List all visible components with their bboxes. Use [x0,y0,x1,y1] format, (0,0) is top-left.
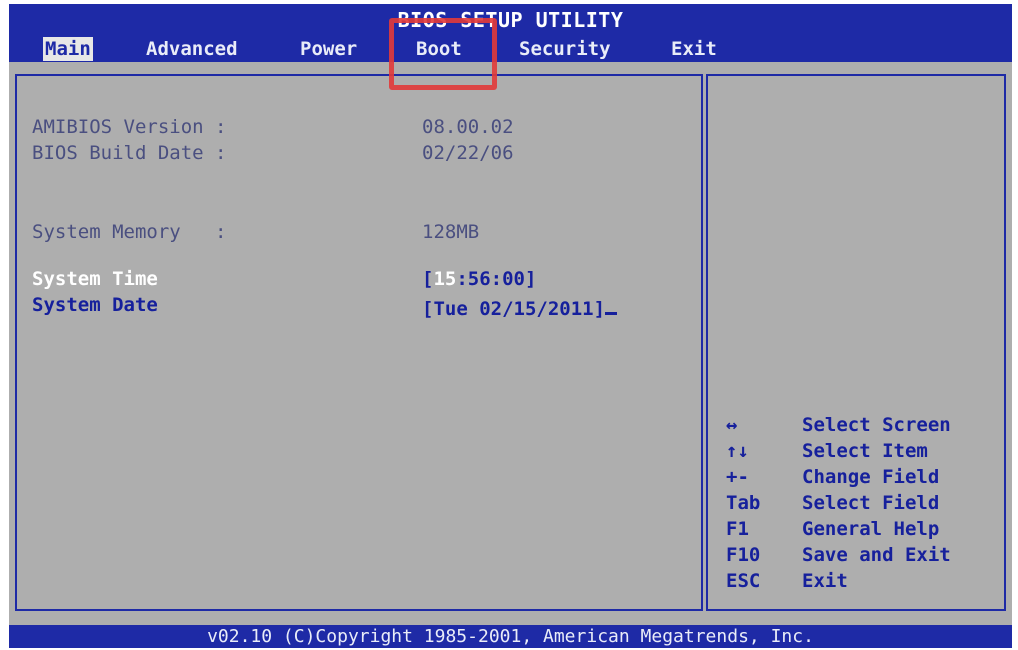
f1-key: F1 [726,518,749,540]
help-desc: Save and Exit [802,544,951,566]
help-desc: Select Field [802,492,940,514]
help-row: F10 Save and Exit [726,542,996,568]
menu-boot[interactable]: Boot [416,37,462,61]
tab-key: Tab [726,492,761,514]
help-row: ↔ Select Screen [726,412,996,438]
time-rest-field[interactable]: :56:00] [456,268,536,290]
help-row: ESC Exit [726,568,996,594]
system-date-row[interactable]: System Date [Tue 02/15/2011] [17,294,701,320]
help-desc: Select Item [802,440,928,462]
esc-key: ESC [726,570,761,592]
menu-security[interactable]: Security [519,37,611,61]
help-row: +- Change Field [726,464,996,490]
system-memory-row: System Memory : 128MB [17,221,701,247]
main-area: AMIBIOS Version : 08.00.02 BIOS Build Da… [9,62,1012,625]
help-desc: Exit [802,570,848,592]
text-cursor [605,294,618,315]
bios-build-date-value: 02/22/06 [422,142,514,164]
menu-advanced[interactable]: Advanced [146,37,238,61]
amibios-version-value: 08.00.02 [422,116,514,138]
time-open-bracket: [ [422,268,434,290]
system-time-label: System Time [32,268,158,290]
up-down-arrows-icon: ↑↓ [726,440,749,462]
help-desc: General Help [802,518,940,540]
title-bar: BIOS SETUP UTILITY Main Advanced Power B… [9,4,1012,62]
system-date-label: System Date [32,294,158,316]
help-row: Tab Select Field [726,490,996,516]
system-time-row[interactable]: System Time [15:56:00] [17,268,701,294]
time-hour-field[interactable]: 15 [433,268,456,290]
help-panel: ↔ Select Screen ↑↓ Select Item +- Change… [706,74,1006,611]
key-help-list: ↔ Select Screen ↑↓ Select Item +- Change… [726,412,996,594]
system-date-value[interactable]: [Tue 02/15/2011] [422,298,605,320]
help-desc: Change Field [802,466,940,488]
menu-exit[interactable]: Exit [671,37,717,61]
system-date-field[interactable]: [Tue 02/15/2011] [422,294,618,320]
menu-bar: Main Advanced Power Boot Security Exit [9,37,1012,61]
system-memory-label: System Memory : [32,221,227,243]
system-time-field[interactable]: [15:56:00] [422,268,536,290]
bios-title: BIOS SETUP UTILITY [397,8,624,32]
help-desc: Select Screen [802,414,951,436]
amibios-version-label: AMIBIOS Version : [32,116,227,138]
menu-main[interactable]: Main [43,37,93,61]
bios-build-date-row: BIOS Build Date : 02/22/06 [17,142,701,168]
copyright-footer: v02.10 (C)Copyright 1985-2001, American … [9,625,1012,648]
settings-panel: AMIBIOS Version : 08.00.02 BIOS Build Da… [15,74,703,611]
left-right-arrows-icon: ↔ [726,414,738,436]
help-row: ↑↓ Select Item [726,438,996,464]
plus-minus-key: +- [726,466,749,488]
system-memory-value: 128MB [422,221,480,243]
amibios-version-row: AMIBIOS Version : 08.00.02 [17,116,701,142]
bios-build-date-label: BIOS Build Date : [32,142,227,164]
f10-key: F10 [726,544,761,566]
help-row: F1 General Help [726,516,996,542]
menu-power[interactable]: Power [300,37,357,61]
